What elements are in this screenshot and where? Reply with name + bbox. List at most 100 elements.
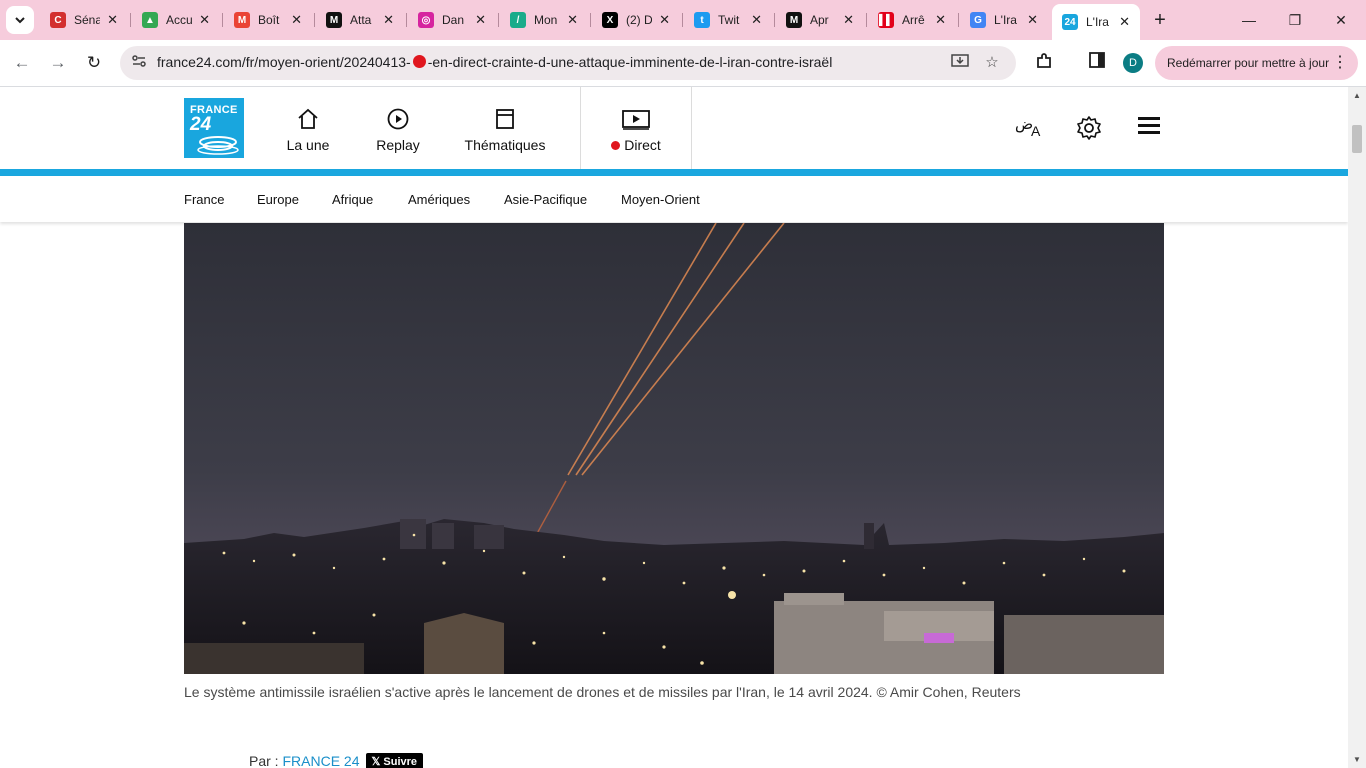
close-tab-icon[interactable]: ✕ [751, 12, 762, 28]
tab-title: Dan [442, 13, 465, 27]
le-monde-icon: M [326, 12, 342, 28]
close-tab-icon[interactable]: ✕ [843, 12, 854, 28]
restore-button[interactable]: ❐ [1283, 8, 1307, 32]
logo-waves-icon [197, 136, 239, 155]
language-icon[interactable]: ض A [1013, 115, 1045, 143]
close-tab-icon[interactable]: ✕ [475, 12, 486, 28]
home-icon [298, 108, 318, 129]
browser-tab[interactable]: t Twit ✕ [684, 6, 772, 34]
subnav-ameriques[interactable]: Amériques [408, 192, 470, 207]
address-bar[interactable]: france24.com/fr/moyen-orient/20240413- -e… [120, 46, 1016, 80]
tab-separator [866, 13, 867, 27]
hamburger-menu-icon[interactable] [1133, 115, 1165, 143]
section-nav: France Europe Afrique Amériques Asie-Pac… [0, 176, 1348, 222]
gmail-icon: M [234, 12, 250, 28]
tab-title: Mon [534, 13, 558, 27]
google-icon: G [970, 12, 986, 28]
scroll-down-arrow-icon[interactable]: ▼ [1353, 755, 1361, 764]
reload-button[interactable]: ↻ [81, 50, 107, 76]
bookmark-star-icon[interactable]: ☆ [982, 53, 1002, 73]
chevron-down-icon [15, 17, 25, 24]
close-tab-icon[interactable]: ✕ [383, 12, 394, 28]
live-indicator-icon [611, 141, 621, 150]
update-chrome-button[interactable]: Redémarrer pour mettre à jour ⋮ [1155, 46, 1358, 80]
instagram-icon: ◎ [418, 12, 434, 28]
close-tab-icon[interactable]: ✕ [107, 12, 118, 28]
subnav-france[interactable]: France [184, 192, 224, 207]
browser-tab[interactable]: ◎ Dan ✕ [408, 6, 496, 34]
tab-title: Accu [166, 13, 192, 27]
side-panel-icon[interactable] [1086, 52, 1108, 74]
x-icon: 𝕏 [371, 756, 384, 768]
nav-la-une[interactable]: La une [282, 107, 334, 153]
france24-icon: 24 [1062, 14, 1078, 30]
browser-tab[interactable]: M Boît ✕ [224, 6, 312, 34]
scroll-thumb[interactable] [1352, 125, 1362, 153]
close-tab-icon[interactable]: ✕ [199, 12, 210, 28]
tab-separator [222, 13, 223, 27]
red-circle-emoji-icon [412, 55, 426, 68]
tab-title: (2) D [626, 13, 652, 27]
browser-tab[interactable]: / Mon ✕ [500, 6, 588, 34]
minimize-button[interactable]: — [1237, 8, 1261, 32]
browser-tab[interactable]: X (2) D ✕ [592, 6, 680, 34]
close-tab-icon[interactable]: ✕ [567, 12, 578, 28]
new-tab-button[interactable]: + [1150, 8, 1170, 32]
close-tab-icon[interactable]: ✕ [1119, 14, 1130, 30]
author-link[interactable]: FRANCE 24 [282, 753, 359, 768]
france24-logo[interactable]: FRANCE 24 [184, 98, 244, 158]
site-header: FRANCE 24 La une Replay Thématiques Dire… [0, 87, 1348, 169]
article-byline: Par : FRANCE 24 𝕏 Suivre [249, 753, 424, 768]
tab-title: Twit [718, 13, 740, 27]
browser-tab[interactable]: ▌▌ Arrê ✕ [868, 6, 956, 34]
tab-separator [406, 13, 407, 27]
browser-tab[interactable]: M Apr ✕ [776, 6, 864, 34]
subnav-moyen-orient[interactable]: Moyen-Orient [621, 192, 700, 207]
settings-gear-icon[interactable] [1073, 115, 1105, 143]
close-tab-icon[interactable]: ✕ [291, 12, 302, 28]
photo-caption: Le système antimissile israélien s'activ… [184, 684, 1021, 700]
liberation-icon: ▌▌ [878, 12, 894, 28]
tab-title: Boît [258, 13, 280, 27]
tab-search-button[interactable] [6, 6, 34, 34]
close-tab-icon[interactable]: ✕ [1027, 12, 1038, 28]
page-scrollbar[interactable]: ▲ ▼ [1348, 87, 1366, 768]
x-icon: X [602, 12, 618, 28]
nav-divider [691, 87, 692, 169]
browser-tab[interactable]: M Atta ✕ [316, 6, 404, 34]
tab-title: Arrê [902, 13, 925, 27]
twitter-icon: t [694, 12, 710, 28]
install-app-icon[interactable] [950, 53, 970, 73]
extensions-icon[interactable] [1033, 52, 1055, 74]
tab-separator [774, 13, 775, 27]
browser-tab[interactable]: ▲ Accu ✕ [132, 6, 220, 34]
close-window-button[interactable]: ✕ [1329, 8, 1353, 32]
play-icon [387, 108, 409, 130]
more-menu-icon[interactable]: ⋮ [1332, 46, 1348, 80]
nav-replay[interactable]: Replay [373, 107, 423, 153]
browser-tab[interactable]: C Séna ✕ [40, 6, 128, 34]
scroll-up-arrow-icon[interactable]: ▲ [1353, 91, 1361, 100]
profile-avatar[interactable]: D [1123, 53, 1143, 73]
tab-title: L'Ira [1086, 15, 1109, 29]
article-photo[interactable] [184, 223, 1164, 674]
subnav-afrique[interactable]: Afrique [332, 192, 373, 207]
tab-title: Apr [810, 13, 829, 27]
back-button[interactable]: ← [9, 50, 35, 76]
site-info-icon[interactable] [129, 53, 149, 73]
browser-tab[interactable]: G L'Ira ✕ [960, 6, 1048, 34]
close-tab-icon[interactable]: ✕ [935, 12, 946, 28]
subnav-europe[interactable]: Europe [257, 192, 299, 207]
browser-tab[interactable]: 24 L'Ira ✕ [1052, 4, 1140, 40]
nav-direct[interactable]: Direct [605, 107, 667, 153]
tab-separator [958, 13, 959, 27]
subnav-asie-pacifique[interactable]: Asie-Pacifique [504, 192, 587, 207]
nav-thematiques[interactable]: Thématiques [460, 107, 550, 153]
web-page: FRANCE 24 La une Replay Thématiques Dire… [0, 87, 1348, 768]
forward-button[interactable]: → [45, 50, 71, 76]
tab-separator [682, 13, 683, 27]
close-tab-icon[interactable]: ✕ [659, 12, 670, 28]
x-follow-button[interactable]: 𝕏 Suivre [365, 753, 424, 768]
le-monde-icon: M [786, 12, 802, 28]
tab-title: L'Ira [994, 13, 1017, 27]
